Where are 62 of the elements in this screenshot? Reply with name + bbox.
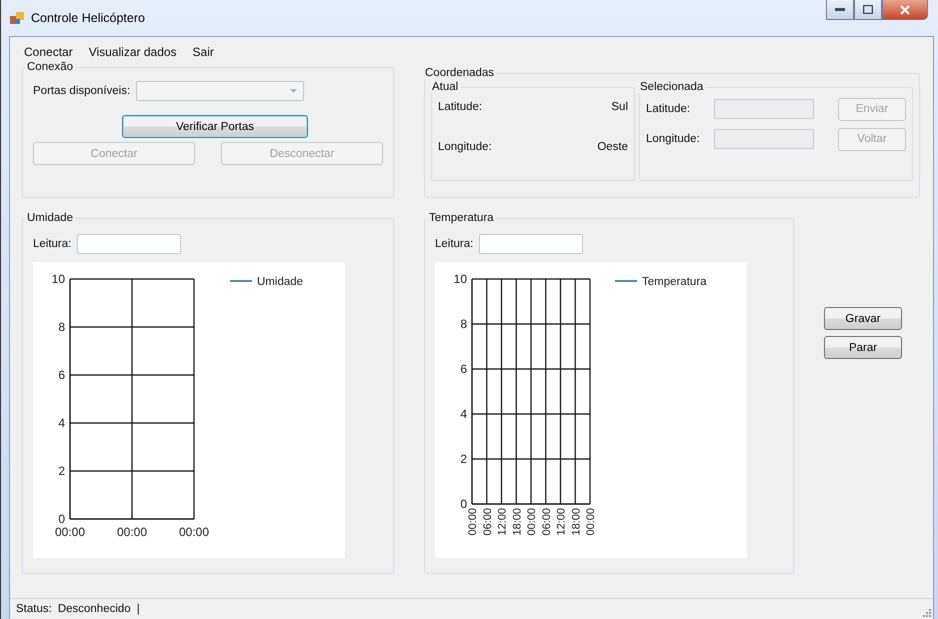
x-tick-label: 06:00 — [482, 508, 494, 536]
coordinate-label: Longitude: — [646, 133, 701, 145]
dropdown-arrow-icon — [290, 89, 298, 93]
minimize-icon — [835, 8, 845, 12]
coordinate-value: Oeste — [597, 141, 628, 153]
close-icon — [900, 4, 910, 14]
y-tick-label: 4 — [460, 407, 467, 421]
resize-grip-icon[interactable] — [923, 609, 931, 617]
maximize-icon — [863, 5, 873, 14]
reading-label: Leitura: — [435, 238, 474, 250]
group-title: Atual — [431, 81, 460, 93]
x-tick-label: 00:00 — [467, 508, 479, 536]
x-tick-label: 12:00 — [496, 508, 508, 536]
x-tick-label: 12:00 — [556, 508, 568, 536]
ports-label: Portas disponíveis: — [33, 85, 130, 97]
reading-label: Leitura: — [33, 238, 72, 250]
y-tick-label: 0 — [58, 512, 65, 526]
y-tick-label: 10 — [52, 272, 65, 286]
y-tick-label: 10 — [454, 272, 467, 286]
group-title: Coordenadas — [424, 67, 496, 79]
x-tick-label: 00:00 — [54, 525, 86, 539]
coordinate-label: Latitude: — [438, 101, 482, 113]
menu-item[interactable]: Visualizar dados — [80, 45, 185, 59]
menu-item[interactable]: Sair — [184, 45, 222, 59]
coordinate-label: Latitude: — [646, 103, 692, 115]
y-tick-label: 8 — [58, 320, 65, 334]
x-tick-label: 00:00 — [178, 525, 210, 539]
window-title: Controle Helicóptero — [31, 11, 145, 25]
y-tick-label: 2 — [460, 452, 467, 466]
x-tick-label: 06:00 — [540, 508, 553, 536]
verify-ports-button[interactable]: Verificar Portas — [122, 115, 308, 138]
menu-item[interactable]: Conectar — [16, 45, 81, 59]
maximize-button[interactable] — [854, 0, 882, 20]
group-title: Temperatura — [428, 212, 495, 224]
status-separator: | — [136, 603, 140, 615]
x-tick-label: 18:00 — [570, 508, 582, 536]
x-tick-label: 00:00 — [526, 508, 538, 536]
stop-button[interactable]: Parar — [824, 336, 902, 359]
status-label: Status: — [16, 603, 52, 615]
status-value: Desconhecido — [58, 603, 131, 615]
reading-field[interactable] — [77, 234, 182, 254]
record-button[interactable]: Gravar — [824, 307, 902, 330]
close-button[interactable] — [882, 0, 928, 20]
coordinate-value: Sul — [611, 101, 628, 113]
y-tick-label: 6 — [460, 362, 467, 376]
group-title: Conexão — [26, 61, 74, 73]
group-title: Umidade — [26, 212, 74, 224]
x-tick-label: 00:00 — [585, 508, 597, 536]
coordinate-label: Longitude: — [438, 141, 492, 153]
y-tick-label: 0 — [460, 497, 467, 511]
minimize-button[interactable] — [826, 0, 854, 20]
x-tick-label: 00:00 — [116, 525, 148, 539]
y-tick-label: 6 — [58, 368, 65, 382]
x-tick-label: 18:00 — [511, 508, 524, 536]
app-icon — [9, 10, 25, 26]
legend-label: Temperatura — [642, 276, 707, 288]
group-title: Selecionada — [639, 81, 704, 93]
legend-label: Umidade — [257, 276, 304, 288]
y-tick-label: 2 — [58, 464, 65, 478]
reading-field[interactable] — [479, 234, 584, 254]
y-tick-label: 4 — [58, 416, 65, 430]
y-tick-label: 8 — [460, 317, 467, 331]
